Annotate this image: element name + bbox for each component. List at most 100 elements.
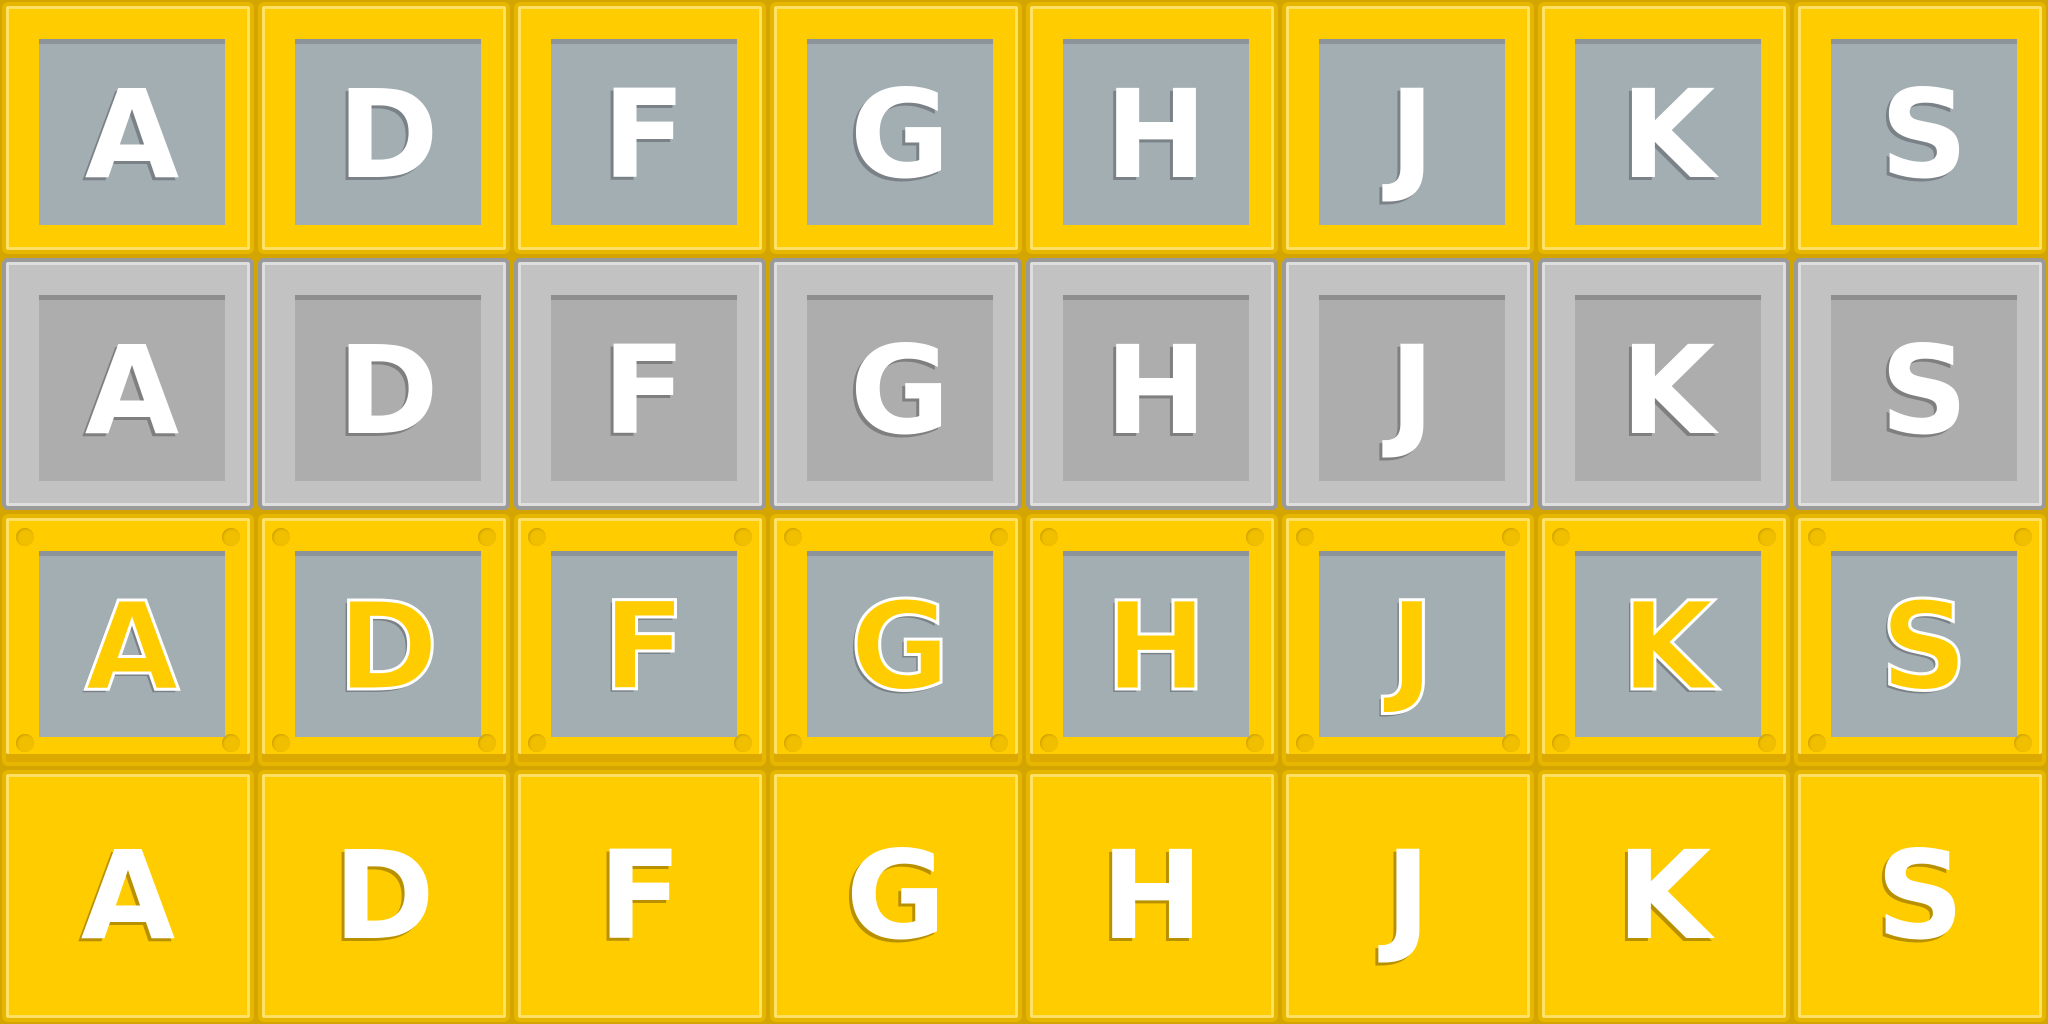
rivet-icon xyxy=(1552,528,1570,546)
rivet-icon xyxy=(528,528,546,546)
key-letter: G xyxy=(845,825,947,967)
key-g[interactable]: G xyxy=(770,514,1022,766)
key-letter: A xyxy=(84,63,180,206)
key-letter: S xyxy=(1876,825,1964,967)
rivet-icon xyxy=(16,734,34,752)
rivet-icon xyxy=(272,734,290,752)
key-letter: D xyxy=(337,63,439,206)
key-face: H xyxy=(1063,295,1249,481)
key-letter: H xyxy=(1104,63,1208,206)
key-face: D xyxy=(295,551,481,737)
key-letter: G xyxy=(849,63,951,206)
key-face: G xyxy=(807,551,993,737)
key-face: F xyxy=(551,295,737,481)
key-face: H xyxy=(1063,39,1249,225)
key-face: G xyxy=(807,39,993,225)
key-letter: F xyxy=(601,575,687,718)
key-d[interactable]: D xyxy=(258,258,510,510)
key-face: A xyxy=(39,295,225,481)
rivet-icon xyxy=(16,528,34,546)
key-s[interactable]: S xyxy=(1794,2,2046,254)
key-face: F xyxy=(551,39,737,225)
key-k[interactable]: K xyxy=(1538,514,1790,766)
key-letter: K xyxy=(1620,63,1716,206)
key-letter: S xyxy=(1880,63,1968,206)
key-f[interactable]: F xyxy=(514,258,766,510)
key-face: F xyxy=(551,551,737,737)
key-j[interactable]: J xyxy=(1282,770,1534,1022)
key-face: J xyxy=(1319,551,1505,737)
key-letter: A xyxy=(84,319,180,462)
key-face: A xyxy=(39,39,225,225)
key-k[interactable]: K xyxy=(1538,258,1790,510)
key-face: J xyxy=(1319,295,1505,481)
key-face: S xyxy=(1831,551,2017,737)
rivet-icon xyxy=(990,528,1008,546)
key-letter: G xyxy=(849,319,951,462)
rivet-icon xyxy=(1296,528,1314,546)
key-s[interactable]: S xyxy=(1794,770,2046,1022)
key-face: D xyxy=(295,39,481,225)
key-f[interactable]: F xyxy=(514,2,766,254)
key-k[interactable]: K xyxy=(1538,770,1790,1022)
rivet-icon xyxy=(1808,734,1826,752)
key-letter: A xyxy=(83,575,180,718)
key-j[interactable]: J xyxy=(1282,258,1534,510)
key-letter: K xyxy=(1620,319,1716,462)
rivet-icon xyxy=(2014,528,2032,546)
key-row-riveted: A D F G H J K S xyxy=(0,512,2048,768)
key-a[interactable]: A xyxy=(2,514,254,766)
key-a[interactable]: A xyxy=(2,258,254,510)
rivet-icon xyxy=(1040,528,1058,546)
key-face: K xyxy=(1575,295,1761,481)
key-face: J xyxy=(1319,39,1505,225)
key-letter: S xyxy=(1879,575,1970,718)
key-face: K xyxy=(1575,551,1761,737)
key-g[interactable]: G xyxy=(770,770,1022,1022)
key-letter: S xyxy=(1880,319,1968,462)
key-j[interactable]: J xyxy=(1282,514,1534,766)
key-face: D xyxy=(295,295,481,481)
key-s[interactable]: S xyxy=(1794,514,2046,766)
key-a[interactable]: A xyxy=(2,2,254,254)
rivet-icon xyxy=(1502,528,1520,546)
key-g[interactable]: G xyxy=(770,2,1022,254)
rivet-icon xyxy=(1296,734,1314,752)
key-a[interactable]: A xyxy=(2,770,254,1022)
key-letter: D xyxy=(333,825,435,967)
key-f[interactable]: F xyxy=(514,770,766,1022)
key-letter: J xyxy=(1385,825,1431,967)
rivet-icon xyxy=(1758,528,1776,546)
key-d[interactable]: D xyxy=(258,514,510,766)
key-letter: H xyxy=(1104,319,1208,462)
rivet-icon xyxy=(784,528,802,546)
key-s[interactable]: S xyxy=(1794,258,2046,510)
key-letter: F xyxy=(598,825,682,967)
key-letter: H xyxy=(1100,825,1204,967)
key-letter: G xyxy=(848,575,951,718)
key-letter: J xyxy=(1389,319,1435,462)
key-letter: F xyxy=(602,319,686,462)
key-face: G xyxy=(807,295,993,481)
key-d[interactable]: D xyxy=(258,2,510,254)
key-letter: H xyxy=(1103,575,1208,718)
rivet-icon xyxy=(1808,528,1826,546)
key-h[interactable]: H xyxy=(1026,2,1278,254)
key-j[interactable]: J xyxy=(1282,2,1534,254)
rivet-icon xyxy=(1552,734,1570,752)
key-h[interactable]: H xyxy=(1026,514,1278,766)
key-sprite-sheet: A D F G H J K S A D F G H J K S A D F G … xyxy=(0,0,2048,1024)
key-row-yellow-slate: A D F G H J K S xyxy=(0,0,2048,256)
rivet-icon xyxy=(734,528,752,546)
key-g[interactable]: G xyxy=(770,258,1022,510)
key-face: S xyxy=(1831,39,2017,225)
key-h[interactable]: H xyxy=(1026,258,1278,510)
key-h[interactable]: H xyxy=(1026,770,1278,1022)
key-k[interactable]: K xyxy=(1538,2,1790,254)
key-f[interactable]: F xyxy=(514,514,766,766)
key-d[interactable]: D xyxy=(258,770,510,1022)
rivet-icon xyxy=(478,528,496,546)
key-letter: D xyxy=(336,575,440,718)
key-row-flat-yellow: A D F G H J K S xyxy=(0,768,2048,1024)
rivet-icon xyxy=(1040,734,1058,752)
